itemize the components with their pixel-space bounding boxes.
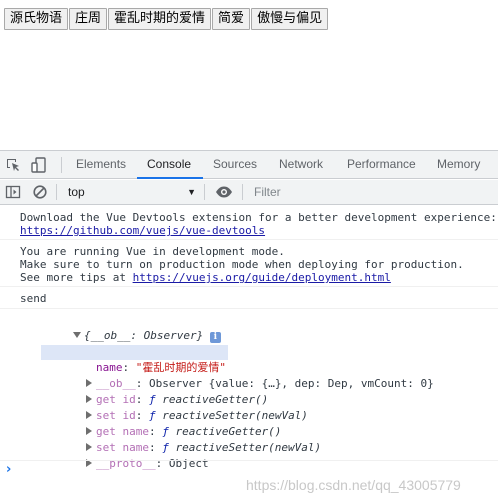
inspect-element-icon[interactable] [4,156,22,174]
toolbar-divider-2 [204,184,205,200]
deployment-guide-link[interactable]: https://vuejs.org/guide/deployment.html [133,271,391,284]
book-button-zhuangzhou[interactable]: 庄周 [69,8,108,30]
object-setter-name[interactable]: set name: ƒ reactiveSetter(newVal) [33,425,321,454]
clear-console-icon[interactable] [31,183,49,201]
vue-devtools-message: Download the Vue Devtools extension for … [0,208,498,240]
toolbar-divider-3 [242,184,243,200]
book-button-love-cholera[interactable]: 霍乱时期的爱情 [108,8,212,30]
object-proto[interactable]: __proto__: Object [33,441,209,470]
vue-devtools-link[interactable]: https://github.com/vuejs/vue-devtools [20,224,265,237]
context-selector[interactable]: top ▼ [62,180,200,204]
object-setter-id[interactable]: set id: ƒ reactiveSetter(newVal) [33,393,308,422]
console-sidebar-icon[interactable] [4,183,22,201]
dev-mode-message: You are running Vue in development mode.… [0,241,498,287]
book-button-genji[interactable]: 源氏物语 [4,8,69,30]
tab-elements[interactable]: Elements [76,151,126,178]
device-toolbar-icon[interactable] [30,156,48,174]
filter-input[interactable] [248,182,498,202]
object-log-message: {__ob__: Observer} i id: 3 name: "霍乱时期的爱… [0,310,498,470]
toolbar-divider-1 [56,184,57,200]
dev-mode-line-1: You are running Vue in development mode. [20,245,285,258]
console-prompt[interactable]: › [0,460,498,478]
object-prop-name: name: "霍乱时期的爱情" [41,345,228,374]
devtools-tabbar: Elements Console Sources Network Perform… [0,151,498,179]
dropdown-arrow-icon: ▼ [187,187,196,197]
tab-console[interactable]: Console [136,151,204,179]
tab-performance[interactable]: Performance [347,151,416,178]
object-prop-ob[interactable]: __ob__: Observer {value: {…}, dep: Dep, … [33,361,434,390]
object-getter-name[interactable]: get name: ƒ reactiveGetter() [33,409,281,438]
console-output: Download the Vue Devtools extension for … [0,206,498,504]
tabbar-divider [61,157,62,173]
context-selector-value: top [68,185,85,199]
tab-network[interactable]: Network [279,151,323,178]
book-button-pride-prejudice[interactable]: 傲慢与偏见 [251,8,329,30]
live-expression-icon[interactable] [215,183,233,201]
tab-memory[interactable]: Memory [437,151,480,178]
vue-devtools-text: Download the Vue Devtools extension for … [20,211,497,224]
object-prop-id: id: 3 [43,329,129,358]
dev-mode-line-3: See more tips at [20,271,133,284]
book-button-bar: 源氏物语 庄周 霍乱时期的爱情 简爱 傲慢与偏见 [4,8,329,30]
object-getter-id[interactable]: get id: ƒ reactiveGetter() [33,377,268,406]
dev-mode-line-2: Make sure to turn on production mode whe… [20,258,464,271]
prompt-caret-icon: › [6,462,12,477]
console-toolbar: top ▼ [0,180,498,205]
tab-sources[interactable]: Sources [213,151,257,178]
devtools-panel: Elements Console Sources Network Perform… [0,150,498,504]
watermark: https://blog.csdn.net/qq_43005779 [246,477,461,493]
info-icon[interactable]: i [209,332,221,343]
book-button-jane-eyre[interactable]: 简爱 [212,8,251,30]
send-log-text: send [20,292,47,305]
object-summary-row[interactable]: {__ob__: Observer} i [20,313,221,343]
send-log-message: send [0,288,498,309]
